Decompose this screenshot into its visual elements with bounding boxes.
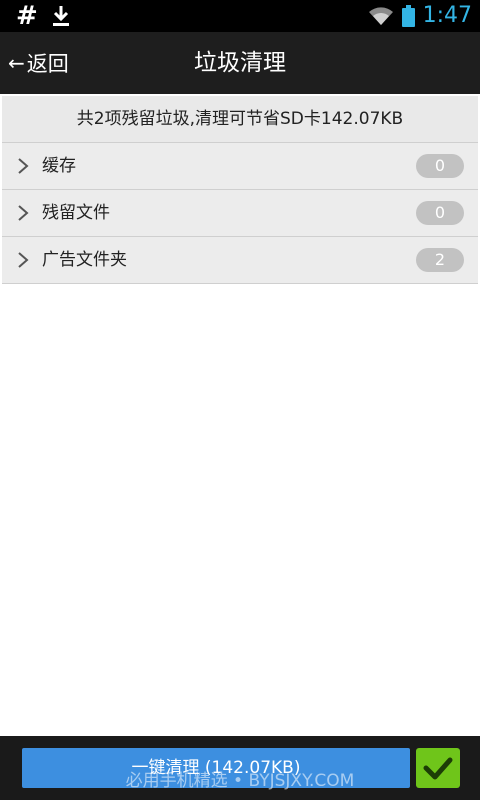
status-notifications: # bbox=[16, 2, 70, 30]
content-area bbox=[2, 284, 478, 734]
status-bar: # 1:47 bbox=[0, 0, 480, 32]
status-system: 1:47 bbox=[368, 3, 472, 29]
back-label: 返回 bbox=[26, 52, 69, 76]
chevron-right-icon bbox=[18, 252, 29, 268]
category-row-ad-folders[interactable]: 广告文件夹 2 bbox=[2, 237, 478, 284]
category-row-residual-files[interactable]: 残留文件 0 bbox=[2, 190, 478, 237]
one-click-clean-button[interactable]: 一键清理 (142.07KB) bbox=[22, 748, 410, 788]
category-label: 残留文件 bbox=[42, 203, 110, 223]
junk-summary: 共2项残留垃圾,清理可节省SD卡142.07KB bbox=[2, 96, 478, 143]
download-icon bbox=[52, 6, 69, 26]
back-arrow-icon: ← bbox=[8, 51, 25, 75]
category-label: 广告文件夹 bbox=[42, 250, 127, 270]
back-button[interactable]: ← 返回 bbox=[8, 32, 69, 94]
chevron-right-icon bbox=[18, 205, 29, 221]
count-badge: 0 bbox=[416, 154, 464, 178]
confirm-button[interactable] bbox=[416, 748, 460, 788]
page-title: 垃圾清理 bbox=[194, 50, 286, 76]
check-icon bbox=[423, 757, 453, 780]
category-label: 缓存 bbox=[42, 156, 76, 176]
bottom-action-bar: 一键清理 (142.07KB) bbox=[0, 736, 480, 800]
chevron-right-icon bbox=[18, 158, 29, 174]
hash-icon: # bbox=[16, 1, 38, 31]
clock: 1:47 bbox=[422, 3, 472, 28]
category-row-cache[interactable]: 缓存 0 bbox=[2, 143, 478, 190]
battery-icon bbox=[401, 5, 415, 27]
count-badge: 2 bbox=[416, 248, 464, 272]
wifi-icon bbox=[368, 7, 393, 25]
title-bar: ← 返回 垃圾清理 bbox=[0, 32, 480, 94]
count-badge: 0 bbox=[416, 201, 464, 225]
